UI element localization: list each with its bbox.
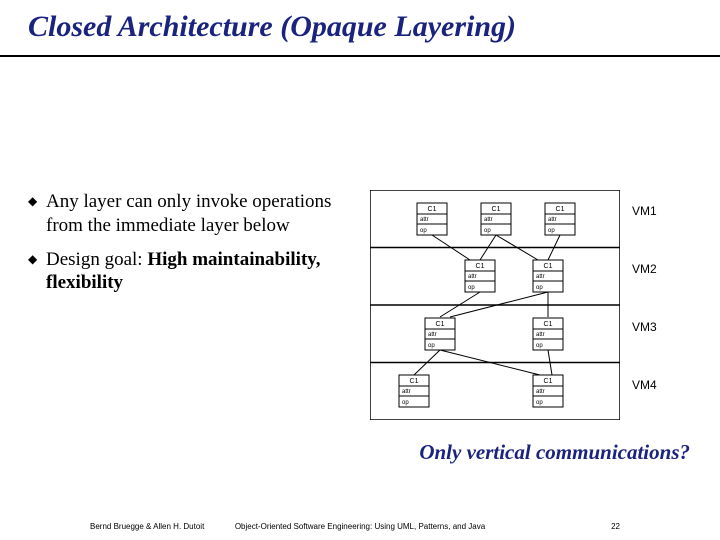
bullet-text: Any layer can only invoke operations fro… — [46, 190, 348, 238]
bullet-list: ◆ Any layer can only invoke operations f… — [28, 190, 348, 305]
vm-label: VM2 — [632, 262, 657, 276]
bullet-item: ◆ Any layer can only invoke operations f… — [28, 190, 348, 238]
bullet-item: ◆ Design goal: High maintainability, fle… — [28, 248, 348, 296]
title-underline — [0, 55, 720, 57]
vm-label: VM4 — [632, 378, 657, 392]
bullet-icon: ◆ — [28, 248, 46, 296]
bullet-icon: ◆ — [28, 190, 46, 238]
vm-label: VM1 — [632, 204, 657, 218]
layer-diagram: C1 attr op VM1 VM2 VM3 VM4 — [370, 190, 620, 420]
slide-title: Closed Architecture (Opaque Layering) — [28, 10, 700, 44]
footer-page-num: 22 — [611, 522, 620, 531]
vm-label: VM3 — [632, 320, 657, 334]
callout-text: Only vertical communications? — [419, 440, 690, 465]
bullet-text: Design goal: High maintainability, flexi… — [46, 248, 348, 296]
